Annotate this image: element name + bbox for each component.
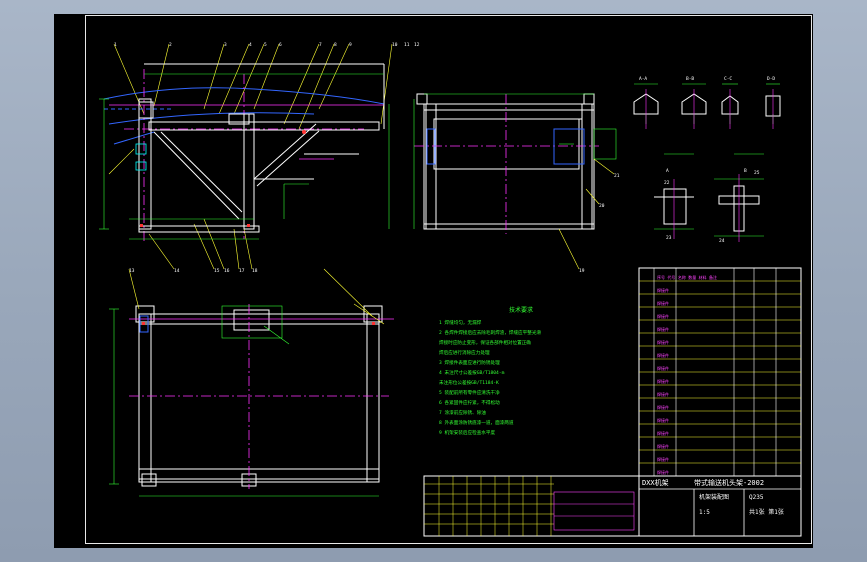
technical-note-line: 焊接时应防止变形，保证各部件相对位置正确 (439, 339, 531, 346)
title-block: DXX机架 带式输送机头架-2002 机架装配图 1:5 Q235 共1张 第1… (423, 475, 802, 537)
parts-list-row: 焊接件 (657, 378, 669, 384)
parts-list-row: 焊接件 (657, 391, 669, 397)
item-number-label: 23 (666, 235, 672, 241)
technical-note-line: 3 焊接件表面应进行防锈处理 (439, 359, 500, 366)
item-number-label: 2 (169, 42, 172, 48)
top-view (109, 268, 394, 497)
parts-list-row: 焊接件 (657, 365, 669, 371)
title-drawing-number: 带式输送机头架-2002 (694, 478, 764, 487)
technical-note-line: 7 涂漆前应除锈、除油 (439, 409, 486, 416)
item-number-label: 14 (174, 268, 180, 274)
section-label: B-B (686, 76, 694, 82)
parts-list-row: 焊接件 (657, 456, 669, 462)
item-number-label: 7 (319, 42, 322, 48)
item-number-label: 17 (239, 268, 245, 274)
item-number-label: 11 (404, 42, 410, 48)
item-number-label: 22 (664, 180, 670, 186)
item-number-label: 5 (264, 42, 267, 48)
technical-notes: 技术要求 (509, 306, 533, 314)
parts-list-row: 焊接件 (657, 469, 669, 475)
item-number-label: 25 (754, 170, 760, 176)
parts-list-row: 序号 代号 名称 数量 材料 备注 (657, 274, 717, 280)
item-number-label: 9 (349, 42, 352, 48)
technical-note-line: 未注形位公差按GB/T1184-K (439, 379, 499, 386)
item-number-label: 19 (579, 268, 585, 274)
item-number-label: 1 (114, 42, 117, 48)
detail-label: B (744, 168, 747, 174)
section-label: C-C (724, 76, 732, 82)
item-number-label: 21 (614, 173, 620, 179)
section-label: D-D (767, 76, 775, 82)
item-number-label: 6 (279, 42, 282, 48)
technical-note-line: 9 机架安装后应检查水平度 (439, 429, 495, 436)
title-material: Q235 (749, 494, 764, 501)
item-number-label: 3 (224, 42, 227, 48)
side-view (413, 93, 617, 270)
technical-note-line: 8 外表面涂防锈底漆一道，面漆两道 (439, 419, 514, 426)
technical-note-line: 5 装配前所有零件应清洗干净 (439, 389, 500, 396)
parts-list-row: 焊接件 (657, 300, 669, 306)
title-scale: 1:5 (699, 509, 710, 516)
technical-note-line: 2 各焊件焊接后应去除毛刺焊渣，焊缝应平整光滑 (439, 329, 541, 336)
parts-list-row: 焊接件 (657, 404, 669, 410)
technical-note-line: 焊后应进行消除应力处理 (439, 349, 490, 356)
item-number-label: 20 (599, 203, 605, 209)
title-part-name: 机架装配图 (699, 493, 729, 501)
item-number-label: 4 (249, 42, 252, 48)
front-view (99, 43, 393, 270)
cad-drawing: 技术要求 DXX机架 带式输送机头架-2002 机架装配图 1:5 Q235 共… (99, 42, 802, 537)
technical-note-line: 4 未注尺寸公差按GB/T1804-m (439, 369, 505, 376)
title-sheet: 共1张 第1张 (749, 508, 784, 516)
parts-list-row: 焊接件 (657, 326, 669, 332)
technical-note-line: 6 各紧固件应拧紧，不得松动 (439, 399, 500, 406)
item-number-label: 24 (719, 238, 725, 244)
technical-note-line: 1 焊缝均匀，无漏焊 (439, 319, 482, 326)
item-number-label: 8 (334, 42, 337, 48)
item-number-label: 13 (129, 268, 135, 274)
revision-stamp (553, 491, 635, 531)
item-number-label: 16 (224, 268, 230, 274)
item-number-label: 10 (392, 42, 398, 48)
detail-label: A (666, 168, 669, 174)
parts-list-row: 焊接件 (657, 443, 669, 449)
item-number-label: 18 (252, 268, 258, 274)
item-number-label: 15 (214, 268, 220, 274)
item-number-label: 12 (414, 42, 420, 48)
section-label: A-A (639, 76, 647, 82)
parts-list-row: 焊接件 (657, 417, 669, 423)
parts-list-row: 焊接件 (657, 352, 669, 358)
parts-list-row: 焊接件 (657, 287, 669, 293)
notes-title: 技术要求 (509, 306, 533, 314)
parts-list-row: 焊接件 (657, 430, 669, 436)
title-unit: DXX机架 (642, 478, 669, 487)
parts-list-row: 焊接件 (657, 313, 669, 319)
parts-list-row: 焊接件 (657, 339, 669, 345)
section-details (633, 83, 781, 242)
